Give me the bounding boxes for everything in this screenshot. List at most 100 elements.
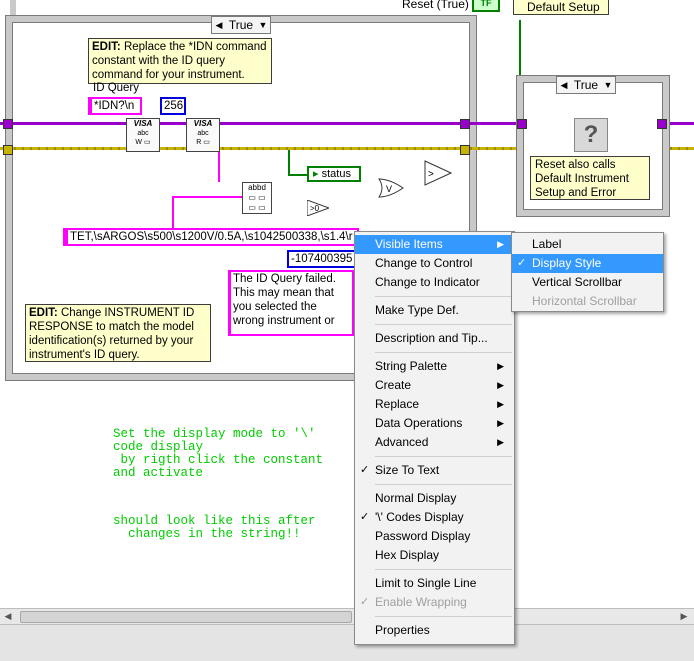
menu-separator bbox=[375, 324, 512, 325]
menu-label: Change to Indicator bbox=[375, 275, 480, 289]
error-code-constant[interactable]: -107400395 bbox=[287, 250, 357, 268]
menu-separator bbox=[375, 484, 512, 485]
menu-label: Normal Display bbox=[375, 491, 457, 505]
menu-hex-display[interactable]: Hex Display bbox=[355, 546, 514, 565]
checkmark-icon: ✓ bbox=[360, 511, 370, 523]
submenu-display-style[interactable]: ✓ Display Style bbox=[512, 254, 663, 273]
menu-label: Change to Control bbox=[375, 256, 473, 270]
menu-label: Limit to Single Line bbox=[375, 576, 477, 590]
visible-items-submenu[interactable]: Label ✓ Display Style Vertical Scrollbar … bbox=[511, 232, 664, 312]
svg-text:>0: >0 bbox=[310, 204, 320, 213]
menu-normal-display[interactable]: Normal Display bbox=[355, 489, 514, 508]
green-wire-status bbox=[288, 150, 290, 175]
right-case-selector[interactable]: ◀ True ▼ bbox=[556, 76, 616, 94]
submenu-horizontal-scrollbar: Horizontal Scrollbar bbox=[512, 292, 663, 311]
menu-label: Replace bbox=[375, 397, 420, 411]
idn-query-constant[interactable]: *IDN?\n bbox=[88, 97, 142, 115]
selector-value: True bbox=[228, 18, 254, 32]
match-pattern-node[interactable]: abbd ▭ ▭ ▭ ▭ bbox=[242, 182, 272, 214]
menu-label: Description and Tip... bbox=[375, 331, 488, 345]
visa-read-label: VISA bbox=[193, 119, 213, 128]
bottom-status-bar bbox=[0, 624, 694, 661]
menu-codes-display[interactable]: ✓ '\' Codes Display bbox=[355, 508, 514, 527]
submenu-arrow-icon: ▶ bbox=[497, 418, 504, 428]
checkmark-icon: ✓ bbox=[360, 464, 370, 476]
menu-size-to-text[interactable]: ✓ Size To Text bbox=[355, 461, 514, 480]
right-selector-left-arrow-icon[interactable]: ◀ bbox=[557, 80, 571, 91]
svg-text:>: > bbox=[428, 169, 434, 180]
expected-response-constant[interactable]: TET,\sARGOS\s500\s1200V/0.5A,\s104250033… bbox=[63, 228, 359, 246]
or-gate-icon[interactable]: V bbox=[378, 178, 404, 198]
submenu-vertical-scrollbar[interactable]: Vertical Scrollbar bbox=[512, 273, 663, 292]
menu-separator bbox=[375, 296, 512, 297]
green-wire-status-h bbox=[288, 174, 308, 176]
menu-separator bbox=[375, 456, 512, 457]
subvi-question-icon[interactable]: ? bbox=[574, 118, 608, 152]
selector-dropdown-icon[interactable]: ▼ bbox=[256, 20, 270, 30]
menu-advanced[interactable]: Advanced ▶ bbox=[355, 433, 514, 452]
submenu-arrow-icon: ▶ bbox=[497, 399, 504, 409]
byte-count-constant[interactable]: 256 bbox=[160, 97, 186, 115]
menu-data-operations[interactable]: Data Operations ▶ bbox=[355, 414, 514, 433]
menu-label: Label bbox=[532, 237, 562, 251]
menu-label: Vertical Scrollbar bbox=[532, 275, 623, 289]
menu-limit-single-line[interactable]: Limit to Single Line bbox=[355, 574, 514, 593]
selector-left-arrow-icon[interactable]: ◀ bbox=[212, 20, 226, 31]
menu-password-display[interactable]: Password Display bbox=[355, 527, 514, 546]
checkmark-icon: ✓ bbox=[517, 257, 527, 269]
pink-wire-compare-h bbox=[172, 196, 242, 198]
menu-change-to-indicator[interactable]: Change to Indicator bbox=[355, 273, 514, 292]
scroll-thumb[interactable] bbox=[20, 611, 352, 623]
menu-description-and-tip[interactable]: Description and Tip... bbox=[355, 329, 514, 348]
menu-string-palette[interactable]: String Palette ▶ bbox=[355, 357, 514, 376]
submenu-arrow-icon: ▶ bbox=[497, 437, 504, 447]
failed-message-constant[interactable]: The ID Query failed. This may mean that … bbox=[228, 270, 354, 336]
menu-label: Password Display bbox=[375, 529, 471, 543]
status-unbundle[interactable]: ▸ status bbox=[307, 166, 361, 182]
submenu-arrow-icon: ▶ bbox=[497, 380, 504, 390]
menu-separator bbox=[375, 616, 512, 617]
menu-make-type-def[interactable]: Make Type Def. bbox=[355, 301, 514, 320]
scroll-left-arrow-icon[interactable]: ◀ bbox=[0, 609, 16, 624]
right-selector-dropdown-icon[interactable]: ▼ bbox=[601, 80, 615, 90]
reset-label: Reset (True) bbox=[402, 0, 469, 11]
default-setup-comment: Default Setup bbox=[513, 0, 609, 15]
menu-change-to-control[interactable]: Change to Control bbox=[355, 254, 514, 273]
tunnel-right-1 bbox=[517, 119, 527, 129]
comment2-bold: EDIT: bbox=[29, 307, 58, 319]
svg-text:V: V bbox=[386, 184, 392, 194]
tunnel-left-1 bbox=[460, 119, 470, 129]
menu-label: Create bbox=[375, 378, 412, 392]
menu-replace[interactable]: Replace ▶ bbox=[355, 395, 514, 414]
menu-create[interactable]: Create ▶ bbox=[355, 376, 514, 395]
visa-read-node[interactable]: VISA abc R ▭ bbox=[186, 118, 220, 152]
submenu-arrow-icon: ▶ bbox=[497, 361, 504, 371]
menu-label: Display Style bbox=[532, 256, 602, 270]
annotation-line4: and activate bbox=[113, 466, 204, 480]
id-query-label: ID Query bbox=[93, 82, 140, 94]
menu-properties[interactable]: Properties bbox=[355, 621, 514, 640]
menu-label: Enable Wrapping bbox=[375, 595, 467, 609]
context-menu[interactable]: Visible Items ▶ Change to Control Change … bbox=[354, 231, 515, 645]
select-node-icon[interactable]: > bbox=[424, 160, 453, 186]
scroll-right-arrow-icon[interactable]: ▶ bbox=[676, 609, 692, 624]
menu-visible-items[interactable]: Visible Items ▶ bbox=[355, 235, 514, 254]
menu-label: Hex Display bbox=[375, 548, 440, 562]
submenu-arrow-icon: ▶ bbox=[497, 239, 504, 249]
submenu-label[interactable]: Label bbox=[512, 235, 663, 254]
visa-write-icon: abc W ▭ bbox=[135, 130, 151, 146]
visa-write-label: VISA bbox=[133, 119, 153, 128]
menu-enable-wrapping: ✓ Enable Wrapping bbox=[355, 593, 514, 612]
menu-label: Horizontal Scrollbar bbox=[532, 294, 637, 308]
reset-comment: Reset also calls Default Instrument Setu… bbox=[530, 156, 650, 200]
tf-terminal[interactable]: TF bbox=[472, 0, 500, 12]
greater-than-zero-icon[interactable]: >0 bbox=[306, 199, 331, 217]
menu-label: Visible Items bbox=[375, 237, 443, 251]
visa-write-node[interactable]: VISA abc W ▭ bbox=[126, 118, 160, 152]
edit-comment-idn: EDIT: Replace the *IDN command constant … bbox=[88, 38, 272, 84]
menu-label: Make Type Def. bbox=[375, 303, 459, 317]
left-case-selector[interactable]: ◀ True ▼ bbox=[211, 16, 271, 34]
pink-wire-compare bbox=[172, 196, 174, 230]
menu-label: '\' Codes Display bbox=[375, 510, 464, 524]
annotation-line6: changes in the string!! bbox=[113, 527, 301, 541]
